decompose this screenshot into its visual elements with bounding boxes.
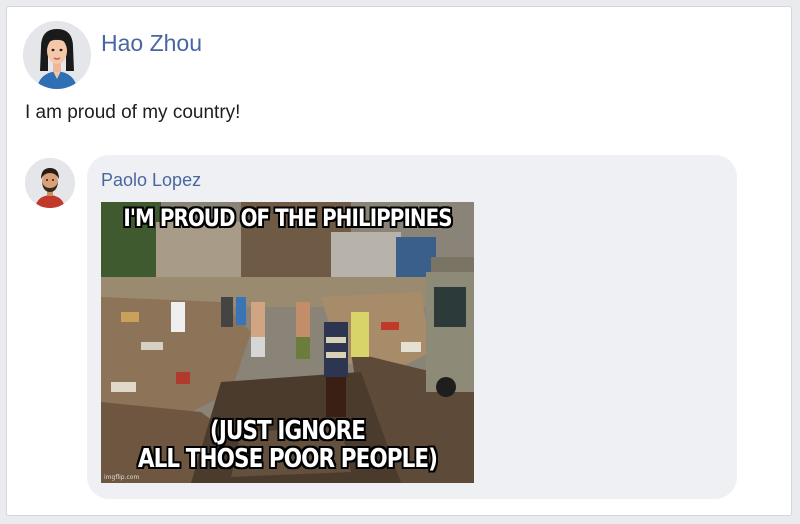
man-avatar-icon (25, 158, 75, 208)
comment-bubble: Paolo Lopez I'M PROUD OF THE PHILIPPINES… (87, 155, 737, 499)
meme-bottom-caption-line-1: (JUST IGNORE (209, 416, 366, 447)
post-author-name[interactable]: Hao Zhou (101, 30, 202, 57)
post-author-avatar[interactable] (23, 21, 91, 89)
meme-top-caption: I'M PROUD OF THE PHILIPPINES (123, 204, 452, 232)
meme-image[interactable]: I'M PROUD OF THE PHILIPPINES (JUST IGNOR… (101, 202, 474, 483)
comment-author-avatar[interactable] (25, 158, 75, 208)
meme-bottom-caption-line-2: ALL THOSE POOR PEOPLE) (137, 443, 438, 474)
meme-watermark: imgflip.com (104, 474, 140, 481)
comment-author-name[interactable]: Paolo Lopez (101, 170, 201, 191)
woman-avatar-icon (23, 21, 91, 89)
meme-bottom-caption: (JUST IGNORE ALL THOSE POOR PEOPLE) (116, 418, 459, 473)
post-card: Hao Zhou I am proud of my country! Paolo… (6, 6, 792, 516)
post-text: I am proud of my country! (25, 102, 241, 123)
